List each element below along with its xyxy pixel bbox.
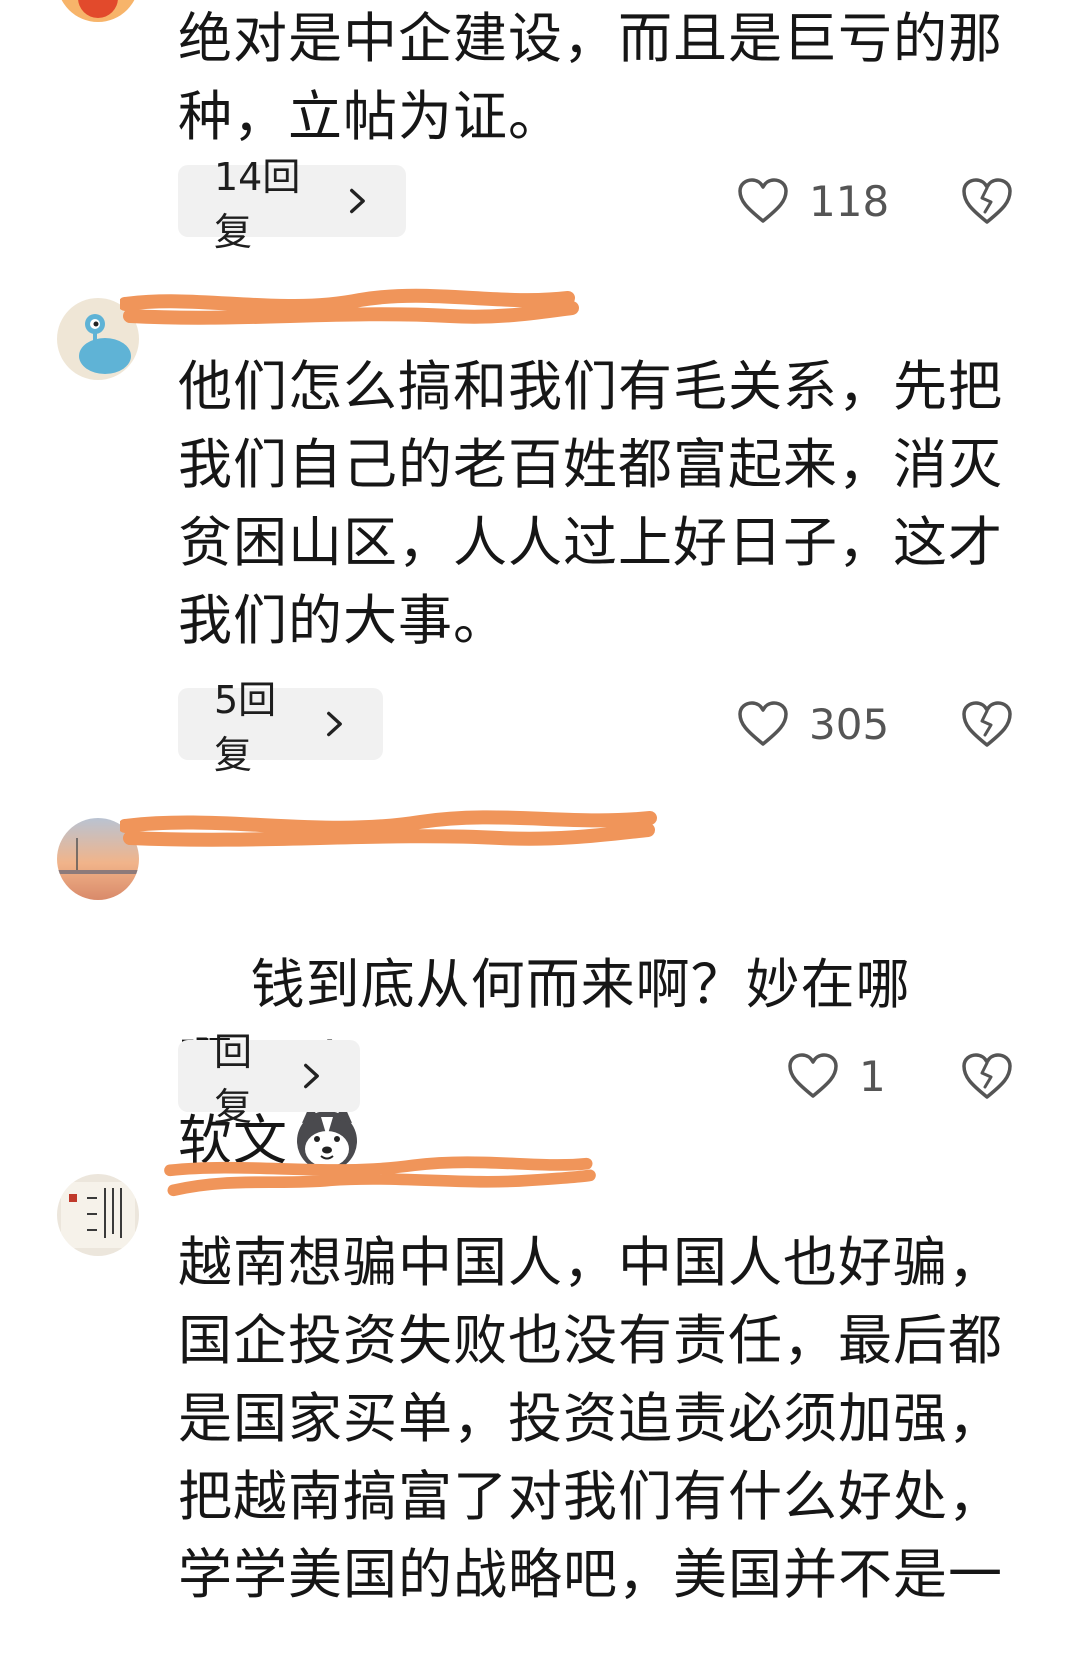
heart-icon: [738, 701, 788, 746]
comment-text: 绝对是中企建设，而且是巨亏的那 种，立帖为证。: [178, 7, 1003, 148]
broken-heart-icon[interactable]: [960, 174, 1014, 228]
like-count: 305: [809, 699, 890, 749]
reply-label: 5回复: [214, 678, 277, 777]
chevron-right-icon: [327, 711, 342, 737]
heart-icon: [738, 178, 788, 223]
reply-button[interactable]: 14回复: [178, 155, 406, 254]
like-button[interactable]: 305: [737, 688, 889, 760]
like-count: 118: [809, 176, 890, 226]
redaction-scribble: [164, 1156, 596, 1197]
redaction-scribble: [120, 810, 657, 847]
like-button[interactable]: 1: [787, 1040, 886, 1112]
reply-button[interactable]: 回复: [178, 1030, 360, 1129]
redaction-scribble: [120, 288, 579, 325]
reply-label: 回复: [214, 1030, 253, 1129]
like-button[interactable]: 118: [737, 165, 889, 237]
chevron-right-icon: [350, 188, 365, 214]
broken-heart-icon[interactable]: [960, 1049, 1014, 1103]
reply-label: 14回复: [214, 155, 301, 254]
reply-button[interactable]: 5回复: [178, 678, 383, 777]
like-count: 1: [859, 1051, 886, 1101]
comment-text: 他们怎么搞和我们有毛关系，先把 我们自己的老百姓都富起来，消灭 贫困山区，人人过…: [178, 355, 1003, 652]
avatar[interactable]: [57, 0, 139, 22]
heart-icon: [788, 1053, 838, 1098]
comment-text: 越南想骗中国人，中国人也好骗， 国企投资失败也没有责任，最后都 是国家买单，投资…: [178, 1231, 1003, 1606]
chevron-right-icon: [304, 1063, 319, 1089]
broken-heart-icon[interactable]: [960, 697, 1014, 751]
